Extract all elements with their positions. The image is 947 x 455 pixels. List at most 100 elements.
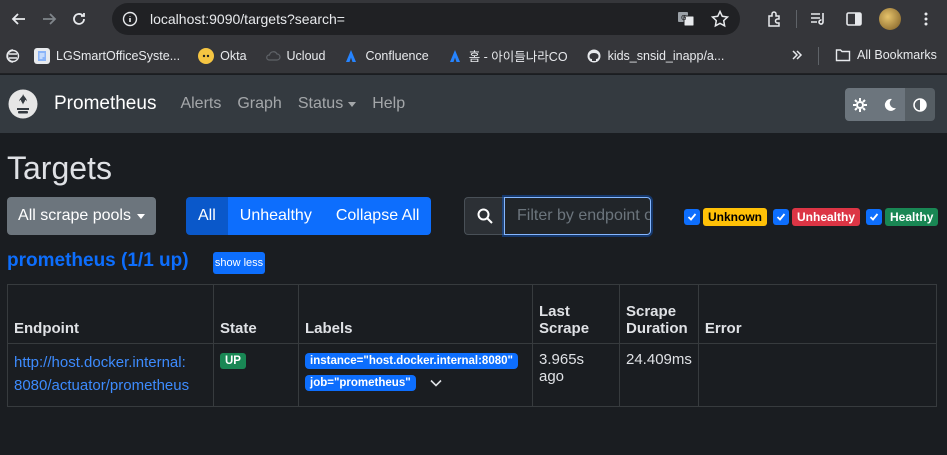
media-control-icon[interactable] bbox=[803, 4, 833, 34]
toolbar-divider bbox=[796, 10, 797, 28]
status-badge: UP bbox=[220, 353, 246, 369]
bookmark-lgsmartoffice[interactable]: LGSmartOfficeSyste... bbox=[34, 47, 181, 64]
bookmark-label: Okta bbox=[220, 48, 247, 63]
chevron-down-icon bbox=[348, 101, 357, 107]
github-icon bbox=[586, 48, 602, 64]
okta-icon bbox=[198, 47, 215, 64]
all-bookmarks-label: All Bookmarks bbox=[857, 48, 937, 62]
bookmarks-bar: LGSmartOfficeSyste... Okta Ucloud Conflu… bbox=[0, 38, 947, 74]
bookmark-confluence[interactable]: Confluence bbox=[343, 48, 429, 64]
nav-graph[interactable]: Graph bbox=[237, 95, 281, 113]
bookmarks-divider bbox=[818, 47, 819, 65]
reload-button[interactable] bbox=[64, 4, 94, 34]
bookmark-okta[interactable]: Okta bbox=[198, 47, 247, 64]
reload-icon bbox=[73, 13, 85, 25]
column-header: Error bbox=[697, 284, 938, 344]
search-input[interactable] bbox=[502, 195, 653, 237]
unhealthy-checkbox[interactable] bbox=[773, 209, 789, 225]
bookmark-github[interactable]: kids_snsid_inapp/a... bbox=[586, 48, 725, 64]
targets-table: Endpoint State Labels Last Scrape Scrape… bbox=[7, 284, 938, 407]
scrape-pools-dropdown[interactable]: All scrape pools bbox=[7, 197, 156, 235]
site-info-icon[interactable] bbox=[120, 9, 140, 29]
confluence-icon bbox=[343, 48, 359, 64]
last-scrape-cell: 3.965s ago bbox=[532, 343, 620, 407]
chevron-down-icon bbox=[136, 213, 145, 219]
cloud-icon bbox=[265, 48, 281, 64]
unhealthy-badge: Unhealthy bbox=[792, 208, 861, 226]
forward-button[interactable] bbox=[34, 4, 64, 34]
chevron-down-icon[interactable] bbox=[430, 379, 442, 387]
theme-auto-button[interactable] bbox=[905, 88, 935, 121]
check-icon bbox=[776, 213, 786, 221]
scrape-pools-label: All scrape pools bbox=[18, 207, 131, 224]
bookmark-label: 홈 - 아이들나라CO bbox=[468, 50, 568, 64]
column-header: Last Scrape bbox=[532, 284, 620, 344]
nav-alerts[interactable]: Alerts bbox=[180, 95, 221, 113]
side-panel-icon[interactable] bbox=[839, 4, 869, 34]
column-header: Scrape Duration bbox=[619, 284, 699, 344]
bookmark-ucloud[interactable]: Ucloud bbox=[265, 48, 326, 64]
search-group bbox=[464, 195, 653, 237]
healthy-checkbox[interactable] bbox=[866, 209, 883, 225]
endpoint-line: 8080/actuator/prometheus bbox=[14, 377, 190, 394]
avatar bbox=[879, 8, 901, 30]
column-header: State bbox=[213, 284, 299, 344]
arrow-left-icon bbox=[11, 13, 25, 25]
extensions-icon[interactable] bbox=[760, 4, 790, 34]
arrow-right-icon bbox=[43, 13, 57, 25]
column-header: Endpoint bbox=[7, 284, 214, 344]
bookmark-star-icon[interactable] bbox=[710, 9, 730, 34]
address-bar[interactable]: localhost:9090/targets?search= G bbox=[112, 3, 740, 35]
healthy-badge: Healthy bbox=[885, 208, 939, 226]
unknown-checkbox[interactable] bbox=[684, 209, 700, 225]
label-badge: instance="host.docker.internal:8080" bbox=[305, 353, 518, 369]
endpoint-cell: http://host.docker.internal: 8080/actuat… bbox=[7, 343, 214, 407]
table-row: http://host.docker.internal: 8080/actuat… bbox=[7, 343, 938, 407]
endpoint-link[interactable]: http://host.docker.internal: 8080/actuat… bbox=[14, 354, 189, 394]
more-bookmarks-chevron-icon[interactable] bbox=[790, 48, 804, 65]
all-bookmarks-button[interactable]: All Bookmarks bbox=[835, 48, 937, 62]
bookmark-label: kids_snsid_inapp/a... bbox=[607, 48, 725, 63]
document-icon bbox=[34, 47, 50, 64]
error-cell bbox=[697, 343, 938, 407]
folder-icon bbox=[835, 49, 851, 62]
back-button[interactable] bbox=[4, 4, 34, 34]
show-less-button[interactable]: show less bbox=[213, 252, 265, 274]
endpoint-line: http://host.docker.internal: bbox=[14, 354, 186, 371]
search-icon[interactable] bbox=[464, 197, 504, 235]
browser-toolbar: localhost:9090/targets?search= G bbox=[0, 0, 947, 38]
bookmark-label: Ucloud bbox=[286, 48, 326, 63]
filter-button-group: All Unhealthy Collapse All bbox=[186, 197, 432, 235]
bookmark-label: LGSmartOfficeSyste... bbox=[56, 48, 181, 63]
check-icon bbox=[687, 213, 697, 221]
filter-unhealthy-button[interactable]: Unhealthy bbox=[227, 197, 324, 235]
theme-light-button[interactable] bbox=[845, 88, 875, 121]
translate-icon[interactable]: G bbox=[676, 9, 696, 34]
profile-avatar[interactable] bbox=[875, 4, 905, 34]
collapse-all-button[interactable]: Collapse All bbox=[323, 197, 432, 235]
bookmark-home-co[interactable]: 홈 - 아이들나라CO bbox=[447, 46, 568, 65]
more-menu-icon[interactable] bbox=[911, 4, 941, 34]
gear-icon bbox=[853, 97, 867, 112]
check-icon bbox=[869, 213, 879, 221]
unknown-badge: Unknown bbox=[703, 208, 767, 226]
moon-icon bbox=[884, 98, 896, 111]
theme-dark-button[interactable] bbox=[875, 88, 905, 121]
filter-all-button[interactable]: All bbox=[186, 197, 228, 235]
table-header-row: Endpoint State Labels Last Scrape Scrape… bbox=[7, 284, 938, 344]
brand-title[interactable]: Prometheus bbox=[54, 93, 156, 115]
url-text[interactable]: localhost:9090/targets?search= bbox=[150, 11, 345, 27]
nav-status-label: Status bbox=[297, 95, 344, 112]
nav-status[interactable]: Status bbox=[297, 95, 357, 113]
prometheus-navbar: Prometheus Alerts Graph Status Help bbox=[0, 75, 947, 133]
prometheus-logo-icon[interactable] bbox=[8, 89, 38, 119]
contrast-icon bbox=[913, 97, 927, 112]
apps-icon[interactable] bbox=[6, 48, 20, 63]
column-header: Labels bbox=[298, 284, 533, 344]
confluence-icon bbox=[447, 48, 463, 64]
pool-title-link[interactable]: prometheus (1/1 up) bbox=[7, 250, 189, 272]
nav-help[interactable]: Help bbox=[372, 95, 405, 113]
state-cell: UP bbox=[213, 343, 299, 407]
label-badge: job="prometheus" bbox=[305, 375, 416, 391]
health-filters: Unknown Unhealthy Healthy bbox=[684, 208, 941, 226]
